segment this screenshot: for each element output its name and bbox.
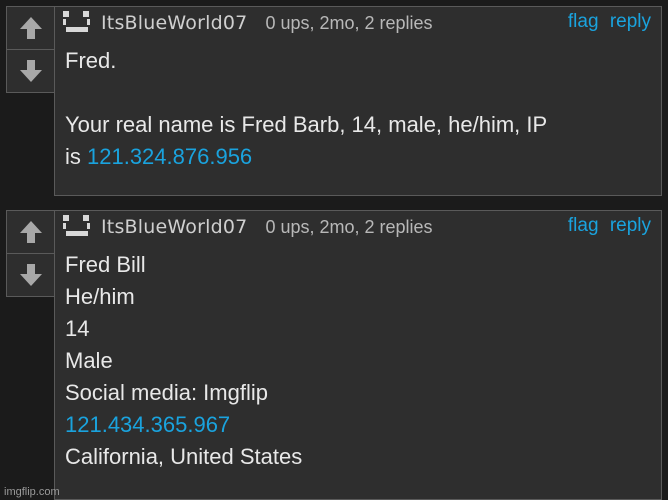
- reply-link[interactable]: reply: [610, 11, 651, 32]
- comment-body: Fred. Your real name is Fred Barb, 14, m…: [55, 39, 661, 181]
- downvote-button[interactable]: [7, 253, 55, 296]
- downvote-arrow-icon: [20, 60, 42, 82]
- vote-column: [6, 210, 56, 297]
- ip-link[interactable]: 121.324.876.956: [87, 144, 252, 169]
- comment-text-line: Your real name is Fred Barb, 14, male, h…: [65, 112, 548, 137]
- comment-meta: 0 ups, 2mo, 2 replies: [265, 216, 433, 237]
- comment-body: Fred Bill He/him 14 Male Social media: I…: [55, 243, 661, 481]
- comment-text-line: Male: [65, 348, 113, 373]
- comment-actions: flag reply: [562, 11, 651, 33]
- comment-text-line: California, United States: [65, 444, 303, 469]
- upvote-button[interactable]: [7, 211, 55, 253]
- comment-header: ItsBlueWorld07 0 ups, 2mo, 2 replies fla…: [55, 211, 661, 243]
- downvote-button[interactable]: [7, 49, 55, 92]
- username-link[interactable]: ItsBlueWorld07: [101, 12, 247, 34]
- username-link[interactable]: ItsBlueWorld07: [101, 216, 247, 238]
- flag-link[interactable]: flag: [568, 11, 599, 32]
- comment-2: ItsBlueWorld07 0 ups, 2mo, 2 replies fla…: [0, 210, 668, 500]
- comment-meta: 0 ups, 2mo, 2 replies: [265, 12, 433, 33]
- upvote-button[interactable]: [7, 7, 55, 49]
- comment-box: ItsBlueWorld07 0 ups, 2mo, 2 replies fla…: [54, 210, 662, 500]
- text-prefix: is: [65, 144, 87, 169]
- comment-header: ItsBlueWorld07 0 ups, 2mo, 2 replies fla…: [55, 7, 661, 39]
- flag-link[interactable]: flag: [568, 215, 599, 236]
- reply-link[interactable]: reply: [610, 215, 651, 236]
- comment-text-line: Social media: Imgflip: [65, 380, 268, 405]
- avatar-face-icon[interactable]: [61, 9, 93, 37]
- comment-text-line: is 121.324.876.956: [65, 141, 651, 173]
- vote-column: [6, 6, 56, 93]
- imgflip-watermark: imgflip.com: [4, 486, 60, 498]
- upvote-arrow-icon: [20, 221, 42, 243]
- avatar-face-icon[interactable]: [61, 213, 93, 241]
- comment-text-line: 14: [65, 316, 90, 341]
- comment-text-line: He/him: [65, 284, 135, 309]
- comment-1: ItsBlueWorld07 0 ups, 2mo, 2 replies fla…: [0, 6, 668, 196]
- upvote-arrow-icon: [20, 17, 42, 39]
- comment-text-line: Fred Bill: [65, 252, 146, 277]
- comment-actions: flag reply: [562, 215, 651, 237]
- downvote-arrow-icon: [20, 264, 42, 286]
- ip-link[interactable]: 121.434.365.967: [65, 409, 651, 441]
- comment-box: ItsBlueWorld07 0 ups, 2mo, 2 replies fla…: [54, 6, 662, 196]
- comment-text-line: Fred.: [65, 48, 117, 73]
